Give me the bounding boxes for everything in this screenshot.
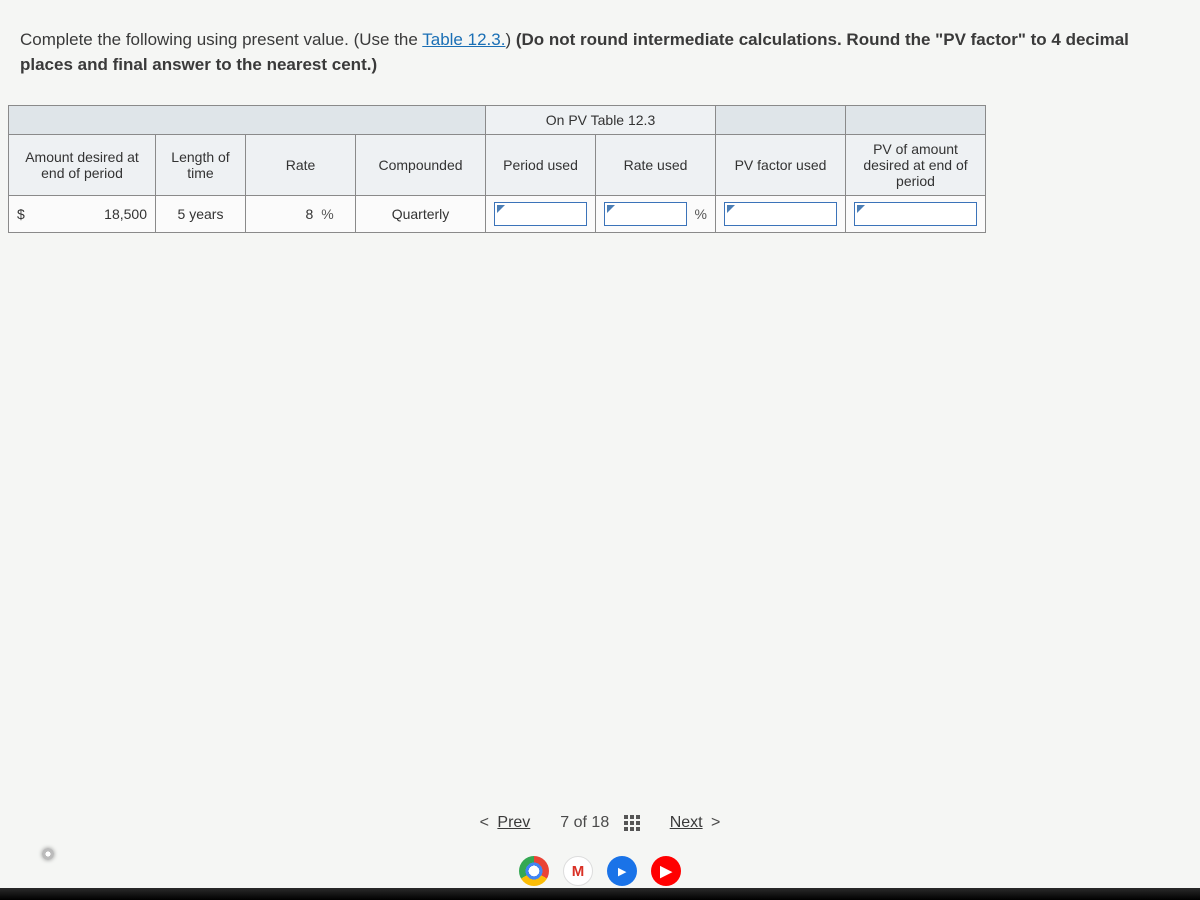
col-period-used: Period used xyxy=(486,135,596,196)
next-button[interactable]: Next > xyxy=(670,814,725,832)
header-spacer-3 xyxy=(846,106,986,135)
taskbar: M ▸ ▶ xyxy=(0,856,1200,886)
currency-symbol: $ xyxy=(17,206,25,222)
amount-value: 18,500 xyxy=(104,206,147,222)
chrome-icon[interactable] xyxy=(519,856,549,886)
col-length: Length of time xyxy=(156,135,246,196)
col-rate-used: Rate used xyxy=(596,135,716,196)
page-position-text: 7 of 18 xyxy=(560,814,609,831)
gmail-icon[interactable]: M xyxy=(563,856,593,886)
files-icon[interactable]: ▸ xyxy=(607,856,637,886)
col-amount: Amount desired at end of period xyxy=(9,135,156,196)
col-pv-factor: PV factor used xyxy=(716,135,846,196)
super-header: On PV Table 12.3 xyxy=(486,106,716,135)
col-rate: Rate xyxy=(246,135,356,196)
power-led-icon xyxy=(42,848,54,860)
cell-length: 5 years xyxy=(156,196,246,233)
pv-table: On PV Table 12.3 Amount desired at end o… xyxy=(8,105,1192,233)
page-position: 7 of 18 xyxy=(560,814,639,832)
question-instructions: Complete the following using present val… xyxy=(0,0,1200,87)
cell-rate-used-input[interactable]: % xyxy=(596,196,716,233)
rate-used-suffix: % xyxy=(691,206,707,222)
table-row: $ 18,500 5 years 8% Quarterly % xyxy=(9,196,986,233)
header-spacer xyxy=(9,106,486,135)
chevron-left-icon: < xyxy=(480,814,489,831)
bezel xyxy=(0,888,1200,900)
col-pv-amount: PV of amount desired at end of period xyxy=(846,135,986,196)
table-link[interactable]: Table 12.3. xyxy=(422,30,505,49)
header-spacer-2 xyxy=(716,106,846,135)
prev-button[interactable]: < Prev xyxy=(476,814,531,832)
chevron-right-icon: > xyxy=(711,814,720,831)
instruction-post1: ) xyxy=(505,30,515,49)
youtube-icon[interactable]: ▶ xyxy=(651,856,681,886)
instruction-pre: Complete the following using present val… xyxy=(20,30,422,49)
grid-icon[interactable] xyxy=(624,815,640,831)
rate-suffix: % xyxy=(317,206,333,222)
cell-pv-factor-input[interactable] xyxy=(716,196,846,233)
cell-rate: 8% xyxy=(246,196,356,233)
cell-amount: $ 18,500 xyxy=(9,196,156,233)
cell-compounded: Quarterly xyxy=(356,196,486,233)
rate-value: 8 xyxy=(267,206,317,222)
col-compounded: Compounded xyxy=(356,135,486,196)
pagination-bar: < Prev 7 of 18 Next > xyxy=(0,814,1200,832)
cell-pv-amount-input[interactable] xyxy=(846,196,986,233)
cell-period-used-input[interactable] xyxy=(486,196,596,233)
